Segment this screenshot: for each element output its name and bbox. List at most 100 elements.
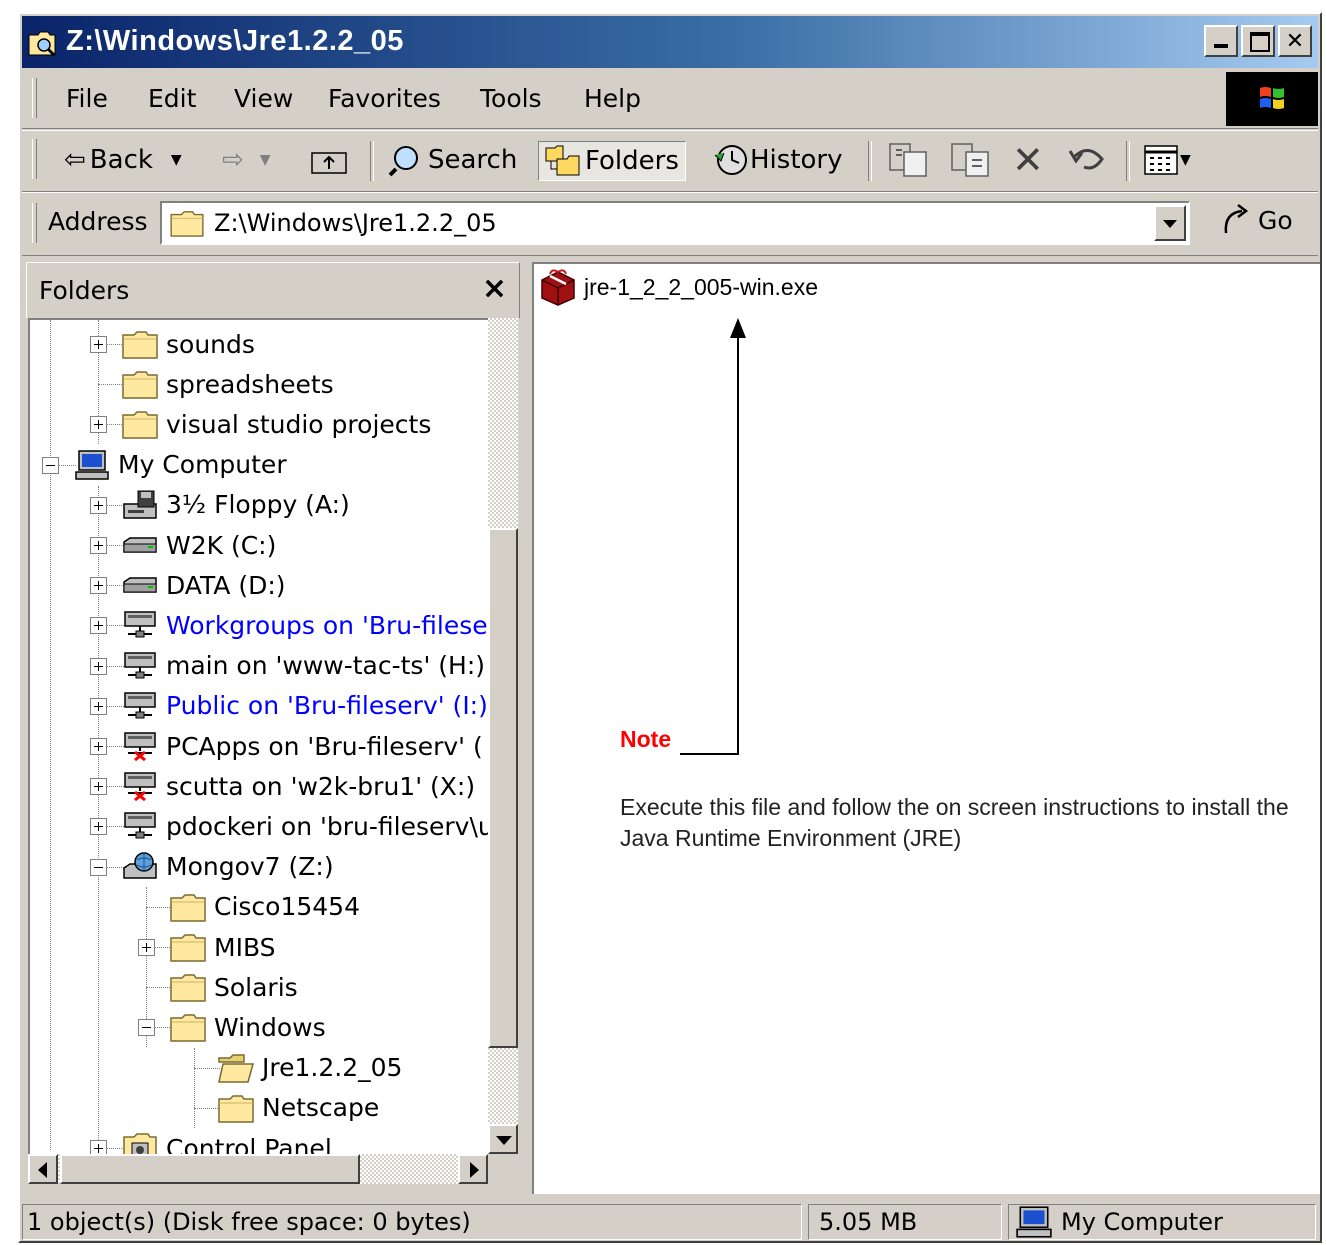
tree-item[interactable]: PCApps on 'Bru-fileserv' ( — [122, 726, 483, 766]
tree-item[interactable]: Netscape — [218, 1088, 379, 1128]
minimize-button[interactable] — [1204, 25, 1238, 57]
menu-grip[interactable] — [32, 78, 37, 118]
expand-node-button[interactable] — [90, 577, 107, 595]
my-computer-icon — [74, 450, 110, 480]
folders-pane-close-button[interactable]: × — [482, 271, 507, 306]
go-button[interactable]: Go — [1222, 203, 1293, 237]
tree-item[interactable]: Solaris — [170, 967, 298, 1007]
tree-item[interactable]: W2K (C:) — [122, 525, 276, 565]
my-computer-icon — [1015, 1206, 1053, 1238]
tree-item[interactable]: scutta on 'w2k-bru1' (X:) — [122, 766, 475, 806]
expand-node-button[interactable] — [90, 818, 107, 836]
collapse-node-button[interactable] — [138, 1019, 155, 1037]
file-list-pane[interactable]: jre-1_2_2_005-win.exe Note Execute this … — [532, 262, 1320, 1194]
folders-button[interactable]: Folders — [538, 141, 686, 181]
tree-item[interactable]: DATA (D:) — [122, 565, 286, 605]
vertical-scroll-thumb[interactable] — [488, 528, 518, 1048]
menu-help[interactable]: Help — [584, 84, 641, 113]
menu-view[interactable]: View — [234, 84, 293, 113]
menu-favorites[interactable]: Favorites — [328, 84, 441, 113]
menu-edit[interactable]: Edit — [148, 84, 196, 113]
windows-logo — [1226, 72, 1318, 126]
tree-item-label: Public on 'Bru-fileserv' (I:) — [166, 691, 488, 721]
expand-node-button[interactable] — [138, 939, 155, 956]
tree-item[interactable]: pdockeri on 'bru-fileserv\u — [122, 806, 488, 846]
collapse-node-button[interactable] — [90, 858, 107, 876]
close-button[interactable]: ✕ — [1278, 25, 1312, 57]
folders-pane-title: Folders — [39, 276, 130, 305]
status-zone-label: My Computer — [1061, 1208, 1223, 1236]
tree-connector — [98, 384, 124, 386]
tree-item[interactable]: MIBS — [170, 927, 276, 967]
folder-tree-vertical-scrollbar[interactable] — [488, 318, 518, 1154]
tree-item[interactable]: Cisco15454 — [170, 887, 360, 927]
tree-item[interactable]: 3½ Floppy (A:) — [122, 485, 350, 525]
tree-item[interactable]: main on 'www-tac-ts' (H:) — [122, 646, 485, 686]
up-folder-button[interactable] — [310, 141, 348, 179]
undo-button[interactable] — [1068, 141, 1108, 179]
tree-item[interactable]: Mongov7 (Z:) — [122, 847, 334, 887]
expand-node-button[interactable] — [90, 697, 107, 715]
forward-dropdown-icon[interactable]: ▼ — [260, 152, 271, 168]
folder-icon — [218, 1093, 254, 1123]
scroll-left-button[interactable] — [28, 1154, 58, 1184]
menu-file[interactable]: File — [66, 84, 108, 113]
tree-item[interactable]: Public on 'Bru-fileserv' (I:) — [122, 686, 488, 726]
move-to-button[interactable] — [888, 141, 928, 179]
toolbar-grip[interactable] — [32, 139, 37, 179]
copy-to-button[interactable] — [950, 141, 990, 179]
maximize-button[interactable] — [1241, 25, 1275, 57]
delete-icon: ✕ — [1012, 138, 1044, 182]
expand-node-button[interactable] — [90, 657, 107, 675]
standard-toolbar: ⇦ Back ▼ ⇨ ▼ Search Folders History ✕ ▼ — [22, 130, 1318, 192]
scroll-right-button[interactable] — [458, 1154, 488, 1184]
tree-item[interactable]: Workgroups on 'Bru-filese — [122, 605, 488, 645]
floppy-drive-icon — [122, 490, 158, 520]
history-button[interactable]: History — [712, 141, 843, 179]
tree-item[interactable]: Jre1.2.2_05 — [218, 1048, 402, 1088]
search-button[interactable]: Search — [388, 141, 517, 179]
tree-connector — [50, 320, 51, 1150]
back-button[interactable]: ⇦ Back ▼ — [64, 141, 182, 179]
tree-item[interactable]: spreadsheets — [122, 364, 334, 404]
folder-tree-horizontal-scrollbar[interactable] — [28, 1154, 488, 1184]
expand-node-button[interactable] — [90, 496, 107, 514]
delete-button[interactable]: ✕ — [1012, 138, 1044, 182]
expand-node-button[interactable] — [90, 1140, 107, 1154]
folder-tree[interactable]: sounds spreadsheets visual studio projects… — [28, 318, 488, 1154]
status-objects: 1 object(s) (Disk free space: 0 bytes) — [22, 1204, 802, 1240]
title-bar[interactable]: Z:\Windows\Jre1.2.2_05 ✕ — [22, 16, 1318, 68]
expand-node-button[interactable] — [90, 537, 107, 554]
back-dropdown-icon[interactable]: ▼ — [171, 152, 182, 168]
tree-item[interactable]: visual studio projects — [122, 404, 431, 444]
window-title: Z:\Windows\Jre1.2.2_05 — [66, 25, 404, 57]
menu-tools[interactable]: Tools — [480, 84, 542, 113]
expand-node-button[interactable] — [90, 738, 107, 755]
tree-item[interactable]: sounds — [122, 324, 255, 364]
history-label: History — [750, 145, 843, 175]
horizontal-scroll-thumb[interactable] — [60, 1154, 360, 1184]
tree-item-label: pdockeri on 'bru-fileserv\u — [166, 811, 488, 841]
scroll-down-button[interactable] — [488, 1124, 518, 1154]
toolbar-separator — [370, 141, 374, 181]
tree-item[interactable]: Windows — [170, 1007, 326, 1047]
expand-node-button[interactable] — [90, 617, 107, 635]
expand-node-button[interactable] — [90, 778, 107, 796]
address-grip[interactable] — [32, 203, 37, 243]
expand-node-button[interactable] — [90, 336, 107, 353]
tree-item[interactable]: Control Panel — [122, 1128, 332, 1154]
address-input[interactable]: Z:\Windows\Jre1.2.2_05 — [160, 201, 1190, 245]
tree-item[interactable]: My Computer — [74, 445, 287, 485]
address-dropdown-button[interactable] — [1154, 205, 1186, 241]
forward-button[interactable]: ⇨ ▼ — [222, 141, 271, 179]
toolbar-separator — [868, 141, 872, 181]
expand-node-button[interactable] — [90, 416, 107, 434]
tree-item-label: main on 'www-tac-ts' (H:) — [166, 651, 485, 681]
search-icon — [388, 146, 418, 177]
status-zone: My Computer — [1008, 1204, 1316, 1240]
collapse-node-button[interactable] — [42, 456, 59, 474]
go-arrow-icon — [1224, 204, 1249, 234]
views-button[interactable]: ▼ — [1144, 141, 1191, 179]
disconnected-drive-icon — [122, 731, 158, 761]
caption-buttons: ✕ — [1204, 25, 1312, 57]
